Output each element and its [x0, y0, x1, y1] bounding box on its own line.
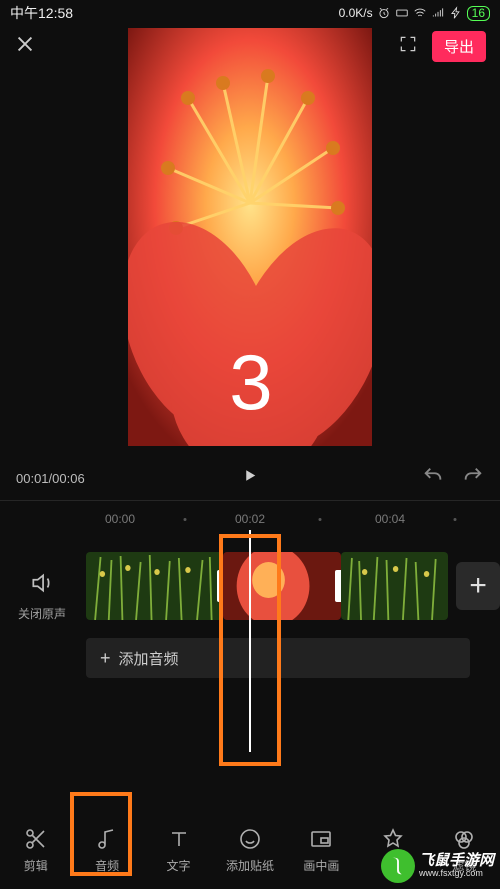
music-note-icon: [95, 827, 119, 851]
tool-label: 画中画: [303, 857, 339, 874]
ruler-tick: [454, 518, 457, 521]
mute-label: 关闭原声: [10, 605, 74, 622]
ruler-tick: [319, 518, 322, 521]
timecode: 00:01/00:06: [16, 471, 85, 486]
divider: [0, 500, 500, 501]
add-audio-label: 添加音频: [119, 648, 179, 669]
ruler-label: 00:00: [105, 512, 135, 526]
signal-icon: [431, 6, 445, 20]
ruler-tick: [184, 518, 187, 521]
video-editor-app: 中午12:58 0.0K/s 16 导出: [0, 0, 500, 889]
video-clip[interactable]: [86, 552, 223, 620]
bolt-icon: [449, 6, 463, 20]
add-audio-button[interactable]: + 添加音频: [86, 638, 470, 678]
watermark-url: www.fsxtgy.com: [419, 869, 494, 878]
status-right: 0.0K/s 16: [339, 6, 490, 21]
undo-button[interactable]: [422, 465, 444, 492]
text-icon: [167, 827, 191, 851]
watermark-title: 飞鼠手游网: [419, 853, 494, 869]
tool-label: 文字: [167, 857, 191, 874]
scissors-icon: [24, 827, 48, 851]
ruler-label: 00:04: [375, 512, 405, 526]
video-clip[interactable]: [341, 552, 448, 620]
tool-label: 剪辑: [24, 857, 48, 874]
plus-icon: +: [100, 648, 111, 669]
status-bar: 中午12:58 0.0K/s 16: [0, 0, 500, 26]
tool-audio[interactable]: 音频: [71, 827, 142, 874]
tool-label: 音频: [95, 857, 119, 874]
filter-icon: [452, 827, 476, 851]
tool-label: 添加贴纸: [226, 857, 274, 874]
video-clip[interactable]: [223, 552, 341, 620]
redo-button[interactable]: [462, 465, 484, 492]
hd-icon: [395, 6, 409, 20]
export-button[interactable]: 导出: [432, 31, 486, 62]
watermark-logo: [381, 849, 415, 883]
video-preview[interactable]: 3: [128, 28, 372, 446]
time-current: 00:01: [16, 471, 49, 486]
tool-text[interactable]: 文字: [143, 827, 214, 874]
tool-sticker[interactable]: 添加贴纸: [214, 827, 285, 874]
play-button[interactable]: [241, 467, 259, 490]
battery-indicator: 16: [467, 6, 490, 21]
countdown-overlay: 3: [229, 337, 270, 428]
fullscreen-button[interactable]: [398, 34, 418, 59]
watermark: 飞鼠手游网 www.fsxtgy.com: [381, 849, 494, 883]
clip-handle[interactable]: [217, 570, 223, 602]
close-button[interactable]: [14, 33, 36, 60]
wifi-icon: [413, 6, 427, 20]
mute-original-button[interactable]: 关闭原声: [10, 570, 74, 622]
tool-edit[interactable]: 剪辑: [0, 827, 71, 874]
status-time: 中午12:58: [10, 3, 73, 23]
clip-handle[interactable]: [335, 570, 341, 602]
add-clip-button[interactable]: +: [456, 562, 500, 610]
playhead[interactable]: [249, 530, 251, 752]
pip-icon: [309, 827, 333, 851]
sticker-icon: [238, 827, 262, 851]
time-total: 00:06: [52, 471, 85, 486]
star-icon: [381, 827, 405, 851]
ruler-label: 00:02: [235, 512, 265, 526]
playback-controls: 00:01/00:06: [0, 456, 500, 500]
status-net: 0.0K/s: [339, 6, 373, 20]
alarm-icon: [377, 6, 391, 20]
clip-row: +: [86, 552, 500, 620]
tool-pip[interactable]: 画中画: [286, 827, 357, 874]
